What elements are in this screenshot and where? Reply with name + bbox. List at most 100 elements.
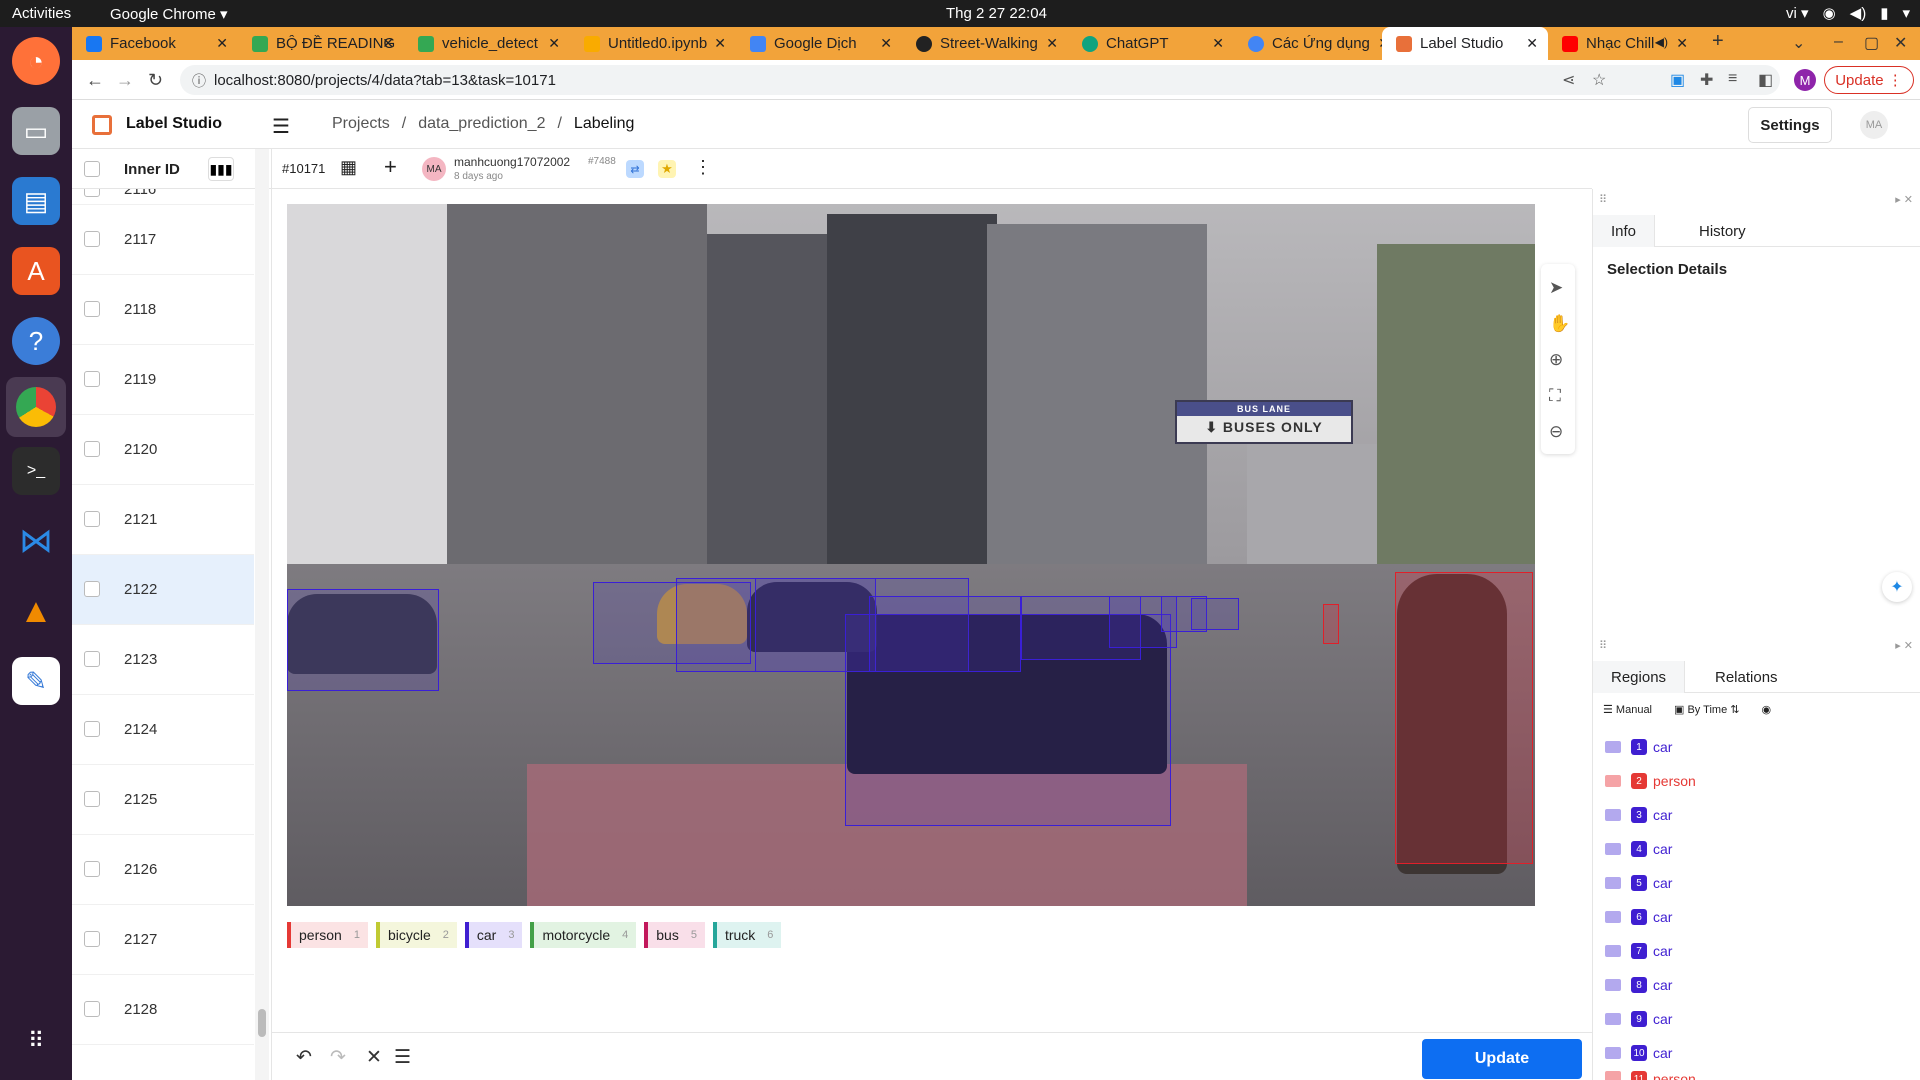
clock[interactable]: Thg 2 27 22:04 <box>946 5 1047 22</box>
row-checkbox[interactable] <box>84 931 100 947</box>
visibility-eye-icon[interactable]: ◉ <box>1761 703 1771 716</box>
minimize-icon[interactable]: – <box>1834 33 1843 51</box>
firefox-icon[interactable]: ◔ <box>12 37 60 85</box>
table-row[interactable]: 2116 <box>72 189 254 205</box>
ground-truth-star-icon[interactable]: ★ <box>658 160 676 178</box>
tab-vehicle-detect[interactable]: vehicle_detect ✕ <box>404 27 570 60</box>
tab-search-icon[interactable]: ⌄ <box>1792 33 1805 53</box>
label-car[interactable]: car 3 <box>464 922 523 948</box>
region-item[interactable]: 5 car <box>1605 873 1672 893</box>
extensions-puzzle-icon[interactable]: ✚ <box>1700 70 1713 90</box>
chrome-update-button[interactable]: Update ⋮ <box>1824 66 1914 94</box>
bbox-person[interactable] <box>1323 604 1339 644</box>
omnibox[interactable]: ⓘ localhost:8080/projects/4/data?tab=13&… <box>180 65 1780 95</box>
table-row-selected[interactable]: 2122 <box>72 555 254 625</box>
row-checkbox[interactable] <box>84 371 100 387</box>
tab-google-translate[interactable]: Google Dịch ✕ <box>736 27 902 60</box>
close-icon[interactable]: ✕ <box>1212 35 1224 52</box>
bbox-car[interactable] <box>869 596 1021 672</box>
vlc-icon[interactable]: ▲ <box>12 587 60 635</box>
tab-facebook[interactable]: Facebook ✕ <box>72 27 238 60</box>
breadcrumb-projects[interactable]: Projects <box>332 115 390 133</box>
side-panel-icon[interactable]: ◧ <box>1758 70 1773 90</box>
column-header[interactable]: Inner ID <box>124 161 180 178</box>
share-icon[interactable]: ⋖ <box>1562 70 1575 90</box>
row-checkbox[interactable] <box>84 1001 100 1017</box>
language-indicator[interactable]: vi ▾ <box>1786 4 1809 22</box>
row-checkbox[interactable] <box>84 651 100 667</box>
assistant-icon[interactable]: ✦ <box>1882 572 1912 602</box>
terminal-icon[interactable]: >_ <box>12 447 60 495</box>
sort-manual[interactable]: ☰ Manual <box>1603 703 1652 716</box>
tab-chatgpt[interactable]: ChatGPT ✕ <box>1068 27 1234 60</box>
drag-handle-icon[interactable]: ⠿ <box>1599 639 1607 652</box>
files-icon[interactable]: ▭ <box>12 107 60 155</box>
row-checkbox[interactable] <box>84 511 100 527</box>
pan-hand-icon[interactable]: ✋ <box>1549 314 1570 334</box>
prediction-icon[interactable]: ⇄ <box>626 160 644 178</box>
table-row[interactable]: 2117 <box>72 205 254 275</box>
columns-icon[interactable]: ▮▮▮ <box>208 157 234 181</box>
label-motorcycle[interactable]: motorcycle 4 <box>530 922 637 948</box>
extension-icon[interactable]: ▣ <box>1670 70 1685 90</box>
system-tray[interactable]: vi ▾ ◉ ◀) ▮ ▾ <box>1786 4 1910 22</box>
row-checkbox[interactable] <box>84 301 100 317</box>
tab-relations[interactable]: Relations <box>1697 661 1796 693</box>
volume-icon[interactable]: ◀) <box>1850 4 1867 22</box>
table-row[interactable]: 2128 <box>72 975 254 1045</box>
audio-playing-icon[interactable]: ◀) <box>1655 35 1668 49</box>
table-row[interactable]: 2124 <box>72 695 254 765</box>
tab-label-studio[interactable]: Label Studio ✕ <box>1382 27 1548 60</box>
select-tool-icon[interactable]: ➤ <box>1549 278 1563 298</box>
close-icon[interactable]: ✕ <box>1676 35 1688 52</box>
bbox-car[interactable] <box>287 589 439 691</box>
region-item[interactable]: 4 car <box>1605 839 1672 859</box>
tab-regions[interactable]: Regions <box>1593 661 1686 693</box>
site-info-icon[interactable]: ⓘ <box>192 71 206 91</box>
region-item[interactable]: 1 car <box>1605 737 1672 757</box>
row-checkbox[interactable] <box>84 189 100 197</box>
add-annotation-icon[interactable]: + <box>384 154 397 180</box>
region-item[interactable]: 3 car <box>1605 805 1672 825</box>
close-icon[interactable]: ✕ <box>1046 35 1058 52</box>
bbox-person[interactable] <box>1395 572 1533 864</box>
grid-view-icon[interactable]: ▦ <box>340 157 357 178</box>
select-all-checkbox[interactable] <box>84 161 100 177</box>
show-apps-icon[interactable]: ⠿ <box>12 1017 60 1065</box>
update-button[interactable]: Update <box>1422 1039 1582 1079</box>
chrome-icon[interactable] <box>6 377 66 437</box>
drag-handle-icon[interactable]: ⠿ <box>1599 193 1607 206</box>
label-bicycle[interactable]: bicycle 2 <box>375 922 457 948</box>
tab-info[interactable]: Info <box>1593 215 1656 247</box>
label-truck[interactable]: truck 6 <box>712 922 782 948</box>
scroll-thumb[interactable] <box>258 1009 266 1037</box>
url-text[interactable]: localhost:8080/projects/4/data?tab=13&ta… <box>214 72 556 89</box>
panel-controls-icon[interactable]: ▸ ✕ <box>1895 639 1913 652</box>
wifi-icon[interactable]: ◉ <box>1823 4 1836 22</box>
label-bus[interactable]: bus 5 <box>644 922 705 948</box>
row-checkbox[interactable] <box>84 721 100 737</box>
close-icon[interactable]: ✕ <box>880 35 892 52</box>
forward-icon[interactable]: → <box>116 70 134 91</box>
row-checkbox[interactable] <box>84 231 100 247</box>
table-row[interactable]: 2127 <box>72 905 254 975</box>
redo-icon[interactable]: ↷ <box>330 1046 346 1069</box>
table-row[interactable]: 2123 <box>72 625 254 695</box>
region-item[interactable]: 11 person <box>1605 1071 1696 1080</box>
tab-github[interactable]: Street-Walking ✕ <box>902 27 1068 60</box>
row-checkbox[interactable] <box>84 861 100 877</box>
row-checkbox[interactable] <box>84 791 100 807</box>
close-icon[interactable]: ✕ <box>382 35 394 52</box>
zoom-out-icon[interactable]: ⊖ <box>1549 422 1563 442</box>
close-window-icon[interactable]: ✕ <box>1894 33 1907 53</box>
bookmark-star-icon[interactable]: ☆ <box>1592 70 1606 90</box>
fit-to-screen-icon[interactable]: ⛶ <box>1549 386 1561 406</box>
tab-apps[interactable]: Các Ứng dụng✕ <box>1234 27 1400 60</box>
table-row[interactable]: 2118 <box>72 275 254 345</box>
battery-icon[interactable]: ▮ <box>1880 4 1888 22</box>
close-icon[interactable]: ✕ <box>1526 35 1538 52</box>
power-menu-icon[interactable]: ▾ <box>1902 4 1910 22</box>
sort-by-time[interactable]: ▣ By Time ⇅ <box>1674 703 1739 716</box>
region-item[interactable]: 9 car <box>1605 1009 1672 1029</box>
software-center-icon[interactable]: A <box>12 247 60 295</box>
